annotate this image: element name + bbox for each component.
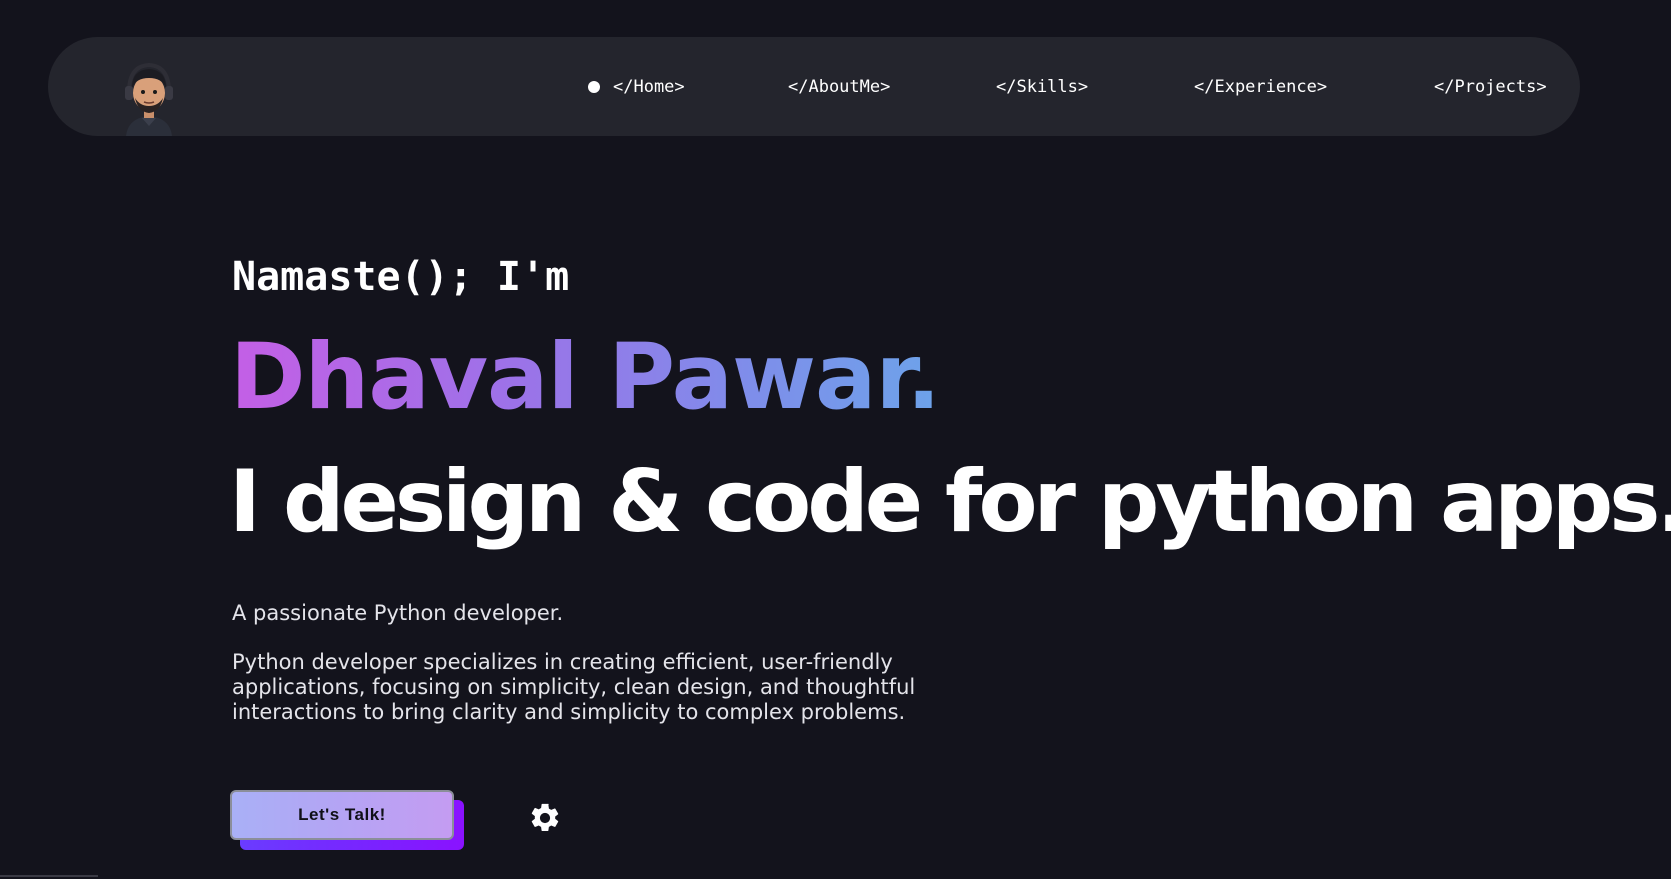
avatar[interactable] bbox=[118, 60, 180, 136]
hero-tagline: A passionate Python developer. bbox=[232, 601, 564, 625]
hero-name: Dhaval Pawar. bbox=[230, 325, 941, 430]
nav-link-projects[interactable]: </Projects> bbox=[1434, 75, 1547, 99]
hero-headline: I design & code for python apps. bbox=[229, 452, 1671, 552]
nav-link-experience[interactable]: </Experience> bbox=[1194, 75, 1327, 99]
nav-link-aboutme[interactable]: </AboutMe> bbox=[788, 75, 890, 99]
lets-talk-button[interactable]: Let's Talk! bbox=[230, 790, 454, 840]
divider bbox=[0, 875, 98, 877]
hero-greeting: Namaste(); I'm bbox=[232, 254, 570, 300]
active-nav-indicator bbox=[588, 81, 600, 93]
hero-description: Python developer specializes in creating… bbox=[232, 650, 916, 724]
nav-link-skills[interactable]: </Skills> bbox=[996, 75, 1088, 99]
gear-icon bbox=[531, 803, 559, 832]
settings-button[interactable] bbox=[528, 801, 562, 835]
portfolio-page: </Home> </AboutMe> </Skills> </Experienc… bbox=[0, 0, 1671, 879]
cta-container: Let's Talk! bbox=[230, 790, 466, 852]
nav-link-home[interactable]: </Home> bbox=[613, 75, 685, 99]
avatar-icon bbox=[125, 62, 173, 136]
